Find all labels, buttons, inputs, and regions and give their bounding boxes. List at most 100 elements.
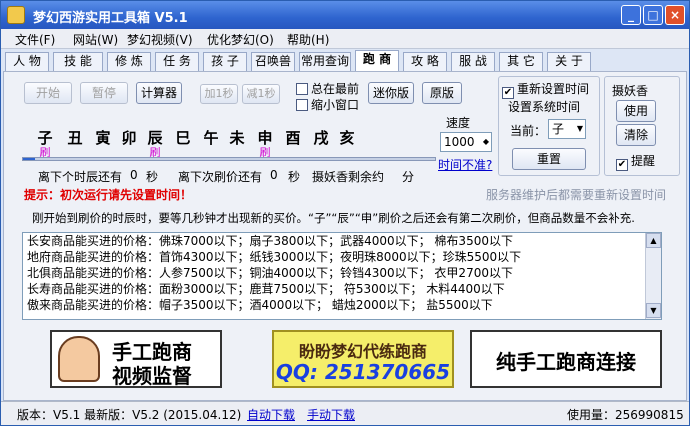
manual-download-link[interactable]: 手动下载 <box>307 406 355 423</box>
refresh-notice: 刚开始到刷价的时辰时，要等几秒钟才出现新的买价。“子”“辰”“申”刷价之后还会有… <box>32 211 635 225</box>
usage-count: 使用量：256990815 <box>567 408 684 422</box>
current-label: 当前： <box>510 124 547 138</box>
menu-video[interactable]: 梦幻视频(V) <box>127 31 193 48</box>
period-progress-bar <box>22 157 436 161</box>
close-button[interactable]: × <box>665 5 685 25</box>
time-inaccurate-link[interactable]: 时间不准? <box>438 156 492 173</box>
tab-character[interactable]: 人 物 <box>5 52 49 71</box>
tab-quests[interactable]: 任 务 <box>155 52 199 71</box>
zodiac-period: 丑 <box>67 129 83 147</box>
pause-button[interactable]: 暂停 <box>80 82 128 104</box>
menu-optimize[interactable]: 优化梦幻(O) <box>207 31 274 48</box>
next-refresh-value: 0 <box>270 168 278 182</box>
tab-server-war[interactable]: 服 战 <box>451 52 495 71</box>
current-period-select[interactable]: 子 ▼ <box>548 119 586 139</box>
tab-strip: 人 物 技 能 修 炼 任 务 孩 子 召唤兽 常用查询 跑 商 攻 略 服 战… <box>1 49 689 71</box>
mini-window-label: 缩小窗口 <box>311 98 360 112</box>
reset-time-checkbox[interactable]: ✔ 重新设置时间 <box>502 80 589 99</box>
add-second-button[interactable]: 加1秒 <box>200 84 238 104</box>
incense-left-label: 摄妖香剩余约 <box>312 170 385 184</box>
log-line: 地府商品能买进的价格：首饰4300以下；纸钱3000以下；夜明珠8000以下；珍… <box>27 250 522 264</box>
trading-panel: 开始 暂停 计算器 加1秒 减1秒 总在最前 缩小窗口 迷你版 原版 ✔ 重新设置… <box>3 71 687 401</box>
title-bar: 梦幻西游实用工具箱 V5.1 _ □ × <box>1 1 689 29</box>
scroll-down-icon[interactable]: ▼ <box>646 303 661 318</box>
spinner-icon: ◆ <box>482 137 489 146</box>
incense-left-unit: 分 <box>402 170 415 184</box>
log-line: 傲来商品能买进的价格：帽子3500以下；酒4000以下； 蜡烛2000以下； 盐… <box>27 298 493 312</box>
status-bar: 版本：V5.1 最新版：V5.2 (2015.04.12) 自动下载 手动下载 … <box>1 401 689 425</box>
banner-mid-line2: QQ: 251370665 <box>275 360 451 384</box>
app-icon <box>7 6 25 24</box>
use-incense-button[interactable]: 使用 <box>616 100 656 122</box>
tab-summon[interactable]: 召唤兽 <box>251 52 295 71</box>
banner-right-text: 纯手工跑商连接 <box>496 350 636 374</box>
zodiac-period: 戌 <box>313 129 329 147</box>
zodiac-period: 酉 <box>285 129 301 147</box>
remind-checkbox[interactable]: ✔ 提醒 <box>616 152 655 171</box>
tab-about[interactable]: 关 于 <box>547 52 591 71</box>
price-log[interactable]: 长安商品能买进的价格：佛珠7000以下；扇子3800以下；武器4000以下； 棉… <box>22 232 662 320</box>
zodiac-period: 未 <box>229 129 245 147</box>
chevron-down-icon: ▼ <box>576 124 583 133</box>
always-on-top-checkbox[interactable]: 总在最前 <box>296 80 359 97</box>
maximize-button[interactable]: □ <box>643 5 663 25</box>
period-progress-fill <box>23 158 36 160</box>
tab-lookup[interactable]: 常用查询 <box>299 52 351 71</box>
tip-text: 提示：初次运行请先设置时间！ <box>24 188 193 202</box>
speed-label: 速度 <box>446 116 471 130</box>
calculator-button[interactable]: 计算器 <box>136 82 182 104</box>
zodiac-period: 午 <box>203 129 219 147</box>
start-button[interactable]: 开始 <box>24 82 72 104</box>
character-avatar-icon <box>58 336 100 382</box>
log-scrollbar[interactable]: ▲ ▼ <box>645 233 661 319</box>
clear-incense-button[interactable]: 清除 <box>616 124 656 146</box>
leveling-service-banner[interactable]: 盼盼梦幻代练跑商 QQ: 251370665 <box>272 330 454 388</box>
period-left-unit: 秒 <box>146 170 159 184</box>
manual-trading-link-banner[interactable]: 纯手工跑商连接 <box>470 330 662 388</box>
next-refresh-unit: 秒 <box>288 170 301 184</box>
set-system-time-label: 设置系统时间 <box>508 100 581 114</box>
window-title: 梦幻西游实用工具箱 V5.1 <box>33 11 188 26</box>
tab-trading[interactable]: 跑 商 <box>355 50 399 71</box>
reset-button[interactable]: 重置 <box>512 148 586 170</box>
tab-cultivation[interactable]: 修 炼 <box>107 52 151 71</box>
tab-other[interactable]: 其 它 <box>499 52 543 71</box>
tab-guides[interactable]: 攻 略 <box>403 52 447 71</box>
menu-file[interactable]: 文件(F) <box>15 31 55 48</box>
reset-time-label: 重新设置时间 <box>517 82 590 96</box>
always-on-top-label: 总在最前 <box>311 82 360 96</box>
tab-children[interactable]: 孩 子 <box>203 52 247 71</box>
banner-left-line2: 视频监督 <box>112 364 192 388</box>
scroll-up-icon[interactable]: ▲ <box>646 233 661 248</box>
mini-window-checkbox[interactable]: 缩小窗口 <box>296 96 359 113</box>
zodiac-period: 巳 <box>175 129 191 147</box>
log-line: 长安商品能买进的价格：佛珠7000以下；扇子3800以下；武器4000以下； 棉… <box>27 234 513 248</box>
menu-website[interactable]: 网站(W) <box>73 31 118 48</box>
next-refresh-label: 离下次刷价还有 <box>178 170 263 184</box>
current-period-value: 子 <box>552 122 565 136</box>
incense-label: 摄妖香 <box>612 84 649 98</box>
original-version-button[interactable]: 原版 <box>422 82 462 104</box>
menu-help[interactable]: 帮助(H) <box>287 31 329 48</box>
video-supervision-banner[interactable]: 手工跑商 视频监督 <box>50 330 222 388</box>
remind-label: 提醒 <box>631 154 656 168</box>
speed-value: 1000 <box>444 135 475 149</box>
zodiac-period: 亥 <box>339 129 355 147</box>
period-left-value: 0 <box>130 168 138 182</box>
tab-skills[interactable]: 技 能 <box>53 52 103 71</box>
zodiac-period: 卯 <box>121 129 137 147</box>
menu-bar: 文件(F) 网站(W) 梦幻视频(V) 优化梦幻(O) 帮助(H) <box>1 29 689 49</box>
app-window: 梦幻西游实用工具箱 V5.1 _ □ × 文件(F) 网站(W) 梦幻视频(V)… <box>0 0 690 426</box>
sub-second-button[interactable]: 减1秒 <box>242 84 280 104</box>
minimize-button[interactable]: _ <box>621 5 641 25</box>
log-line: 北俱商品能买进的价格：人参7500以下；铜油4000以下；铃铛4300以下； 衣… <box>27 266 513 280</box>
period-left-label: 离下个时辰还有 <box>38 170 123 184</box>
banner-mid-line1: 盼盼梦幻代练跑商 <box>298 342 427 361</box>
auto-download-link[interactable]: 自动下载 <box>247 406 295 423</box>
zodiac-period: 寅 <box>95 129 111 147</box>
server-note: 服务器维护后都需要重新设置时间 <box>486 188 667 202</box>
mini-version-button[interactable]: 迷你版 <box>368 82 414 104</box>
speed-input[interactable]: 1000 ◆ <box>440 132 492 152</box>
version-text: 版本：V5.1 最新版：V5.2 (2015.04.12) <box>17 408 242 422</box>
log-line: 长寿商品能买进的价格：面粉3000以下；鹿茸7500以下； 符5300以下； 木… <box>27 282 505 296</box>
